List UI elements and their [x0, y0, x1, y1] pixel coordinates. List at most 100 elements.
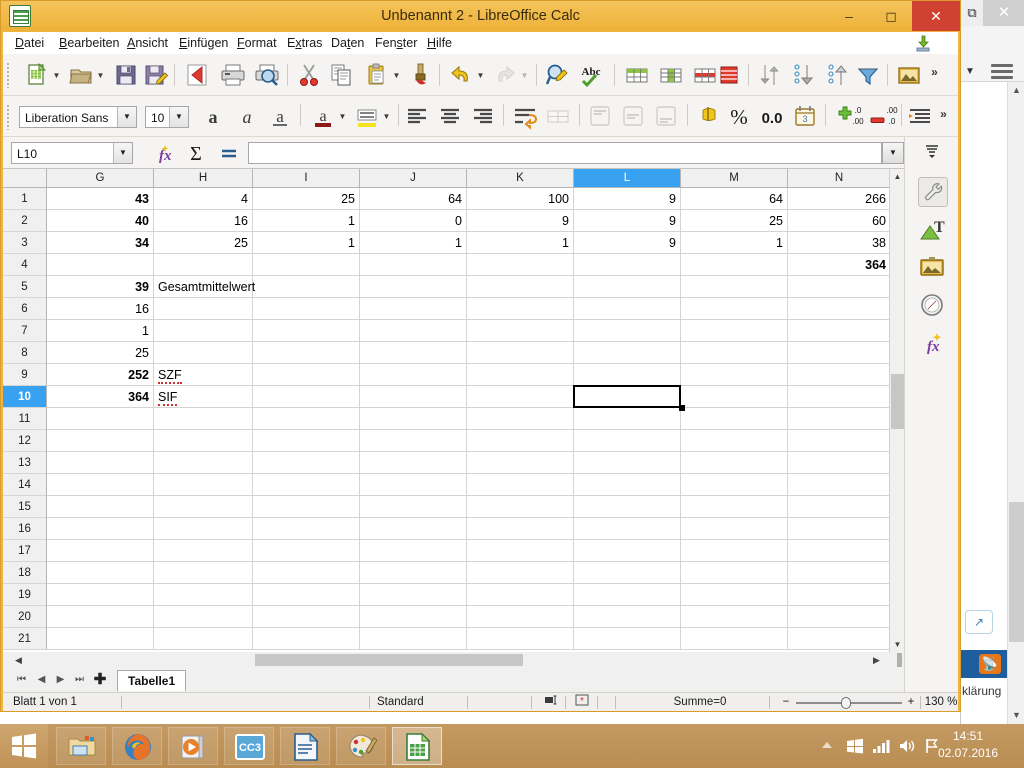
- scroll-up-icon[interactable]: ▲: [890, 169, 905, 184]
- cell-J8[interactable]: [360, 342, 467, 364]
- cell-H1[interactable]: 4: [154, 188, 253, 210]
- cell-M6[interactable]: [681, 298, 788, 320]
- cell-K12[interactable]: [467, 430, 574, 452]
- cell-K2[interactable]: 9: [467, 210, 574, 232]
- row-header-1[interactable]: 1: [3, 188, 47, 210]
- cell-H8[interactable]: [154, 342, 253, 364]
- undo-dropdown[interactable]: ▼: [476, 71, 485, 80]
- row-header-9[interactable]: 9: [3, 364, 47, 386]
- cell-I17[interactable]: [253, 540, 360, 562]
- cell-M16[interactable]: [681, 518, 788, 540]
- cell-K7[interactable]: [467, 320, 574, 342]
- windows-flag-icon[interactable]: [846, 738, 864, 754]
- indent-button[interactable]: [906, 102, 934, 130]
- menu-bearbeiten[interactable]: Bearbeiten: [53, 32, 125, 54]
- cell-J10[interactable]: [360, 386, 467, 408]
- network-signal-icon[interactable]: [872, 738, 890, 754]
- undo-button[interactable]: [447, 61, 475, 89]
- background-browser-window[interactable]: ⧉ ✕ ▼ ↗ 📡 klärung ▲ ▼: [960, 0, 1024, 724]
- background-window-scrollbar[interactable]: ▲ ▼: [1007, 82, 1024, 724]
- bold-button[interactable]: a: [199, 102, 227, 130]
- table-button[interactable]: [623, 61, 651, 89]
- cell-H5[interactable]: Gesamtmittelwert: [154, 276, 255, 298]
- formula-expand-button[interactable]: ▼: [882, 142, 904, 164]
- cell-L6[interactable]: [574, 298, 681, 320]
- cell-L9[interactable]: [574, 364, 681, 386]
- zoom-out-button[interactable]: −: [779, 693, 793, 712]
- cell-I3[interactable]: 1: [253, 232, 360, 254]
- cell-M4[interactable]: [681, 254, 788, 276]
- cell-J13[interactable]: [360, 452, 467, 474]
- cell-L7[interactable]: [574, 320, 681, 342]
- chevron-down-icon[interactable]: ▼: [117, 107, 136, 127]
- row-header-4[interactable]: 4: [3, 254, 47, 276]
- cell-M9[interactable]: [681, 364, 788, 386]
- cell-I2[interactable]: 1: [253, 210, 360, 232]
- cell-M21[interactable]: [681, 628, 788, 650]
- cell-H21[interactable]: [154, 628, 253, 650]
- row-header-15[interactable]: 15: [3, 496, 47, 518]
- cell-H14[interactable]: [154, 474, 253, 496]
- cell-J2[interactable]: 0: [360, 210, 467, 232]
- save-button[interactable]: [112, 61, 140, 89]
- font-color-button[interactable]: a: [309, 102, 337, 130]
- column-header-N[interactable]: N: [788, 169, 891, 188]
- cell-I12[interactable]: [253, 430, 360, 452]
- taskbar-cc3[interactable]: CC3: [224, 727, 274, 765]
- cell-L1[interactable]: 9: [574, 188, 681, 210]
- cell-G20[interactable]: [47, 606, 154, 628]
- fill-handle[interactable]: [679, 405, 685, 411]
- cell-L3[interactable]: 9: [574, 232, 681, 254]
- cell-H15[interactable]: [154, 496, 253, 518]
- cell-M18[interactable]: [681, 562, 788, 584]
- cell-N2[interactable]: 60: [788, 210, 891, 232]
- cell-I7[interactable]: [253, 320, 360, 342]
- taskbar-clock-time[interactable]: 14:51: [920, 729, 1016, 743]
- cell-L18[interactable]: [574, 562, 681, 584]
- windows-start-icon[interactable]: [0, 724, 48, 768]
- cell-K13[interactable]: [467, 452, 574, 474]
- insert-image-button[interactable]: [895, 61, 923, 89]
- cell-I8[interactable]: [253, 342, 360, 364]
- formula-input[interactable]: [248, 142, 882, 164]
- cell-H19[interactable]: [154, 584, 253, 606]
- find-replace-button[interactable]: [543, 61, 571, 89]
- font-name-combo[interactable]: Liberation Sans ▼: [19, 106, 137, 128]
- cell-I21[interactable]: [253, 628, 360, 650]
- cell-N17[interactable]: [788, 540, 891, 562]
- new-document-button[interactable]: [23, 61, 51, 89]
- select-all-corner[interactable]: [3, 169, 47, 188]
- function-wizard-button[interactable]: fx: [148, 141, 174, 165]
- cell-J17[interactable]: [360, 540, 467, 562]
- cell-L13[interactable]: [574, 452, 681, 474]
- open-document-button[interactable]: [67, 61, 95, 89]
- cell-L19[interactable]: [574, 584, 681, 606]
- cell-G12[interactable]: [47, 430, 154, 452]
- cell-I19[interactable]: [253, 584, 360, 606]
- chevron-down-icon[interactable]: ▼: [169, 107, 188, 127]
- cell-M15[interactable]: [681, 496, 788, 518]
- cell-M10[interactable]: [681, 386, 788, 408]
- cell-L10[interactable]: [574, 386, 681, 408]
- download-update-icon[interactable]: [914, 34, 932, 52]
- cell-M5[interactable]: [681, 276, 788, 298]
- cell-L17[interactable]: [574, 540, 681, 562]
- row-header-21[interactable]: 21: [3, 628, 47, 650]
- sum-button[interactable]: Σ: [183, 141, 209, 165]
- cell-K11[interactable]: [467, 408, 574, 430]
- vertical-scrollbar-thumb[interactable]: [891, 374, 904, 429]
- column-header-G[interactable]: G: [47, 169, 154, 188]
- zoom-value[interactable]: 130 %: [923, 693, 959, 712]
- speaker-icon[interactable]: [898, 738, 916, 754]
- cell-K10[interactable]: [467, 386, 574, 408]
- cell-J5[interactable]: [360, 276, 467, 298]
- cell-G9[interactable]: 252: [47, 364, 154, 386]
- scroll-down-icon[interactable]: ▼: [890, 637, 905, 652]
- cell-N8[interactable]: [788, 342, 891, 364]
- cell-M11[interactable]: [681, 408, 788, 430]
- insert-mode-icon[interactable]: [541, 693, 563, 712]
- cell-I16[interactable]: [253, 518, 360, 540]
- row-header-20[interactable]: 20: [3, 606, 47, 628]
- cell-H9[interactable]: SZF: [154, 364, 253, 386]
- column-header-L[interactable]: L: [574, 169, 681, 188]
